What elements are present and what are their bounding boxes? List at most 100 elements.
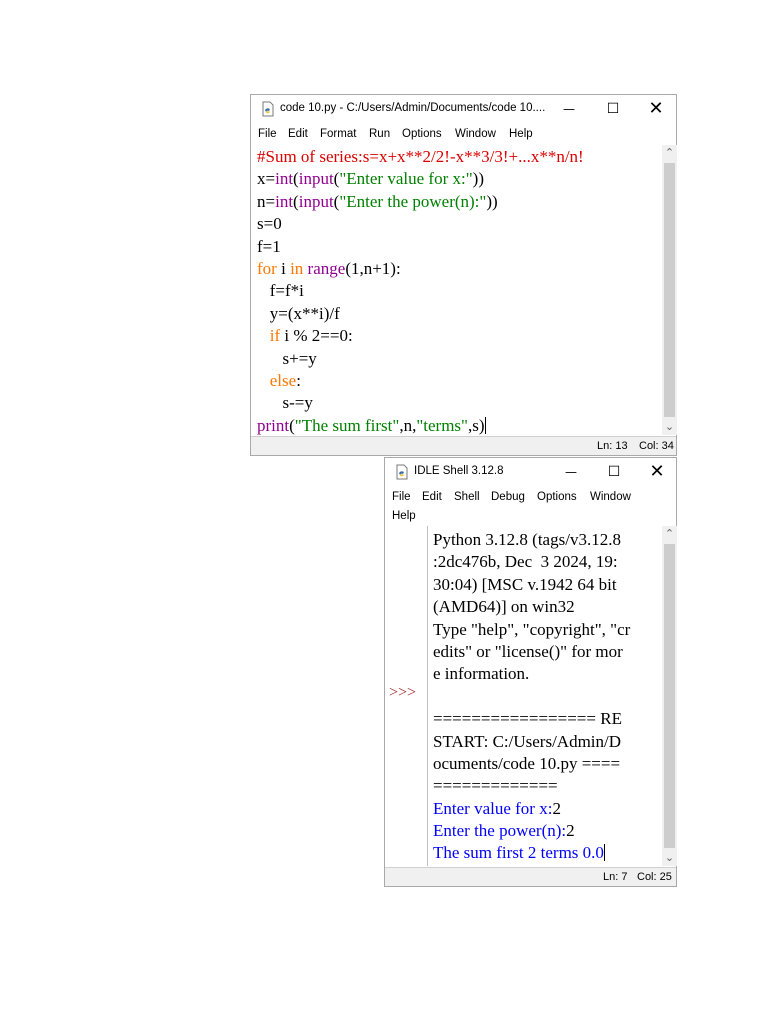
code-token: "terms" bbox=[416, 415, 468, 435]
menu-shell[interactable]: Shell bbox=[454, 487, 480, 507]
shell-output-line: :2dc476b, Dec 3 2024, 19: bbox=[433, 551, 657, 573]
shell-output-line: The sum first 2 terms 0.0 bbox=[433, 842, 657, 864]
menu-window[interactable]: Window bbox=[455, 124, 496, 144]
code-token: "Enter the power(n):" bbox=[339, 191, 487, 211]
code-token: f=1 bbox=[257, 236, 281, 256]
shell-scrollbar[interactable]: ⌃ ⌄ bbox=[662, 526, 677, 866]
shell-gutter-divider bbox=[427, 526, 428, 866]
shell-output-line: Type "help", "copyright", "cr bbox=[433, 619, 657, 641]
editor-column-number: Col: 34 bbox=[639, 440, 674, 452]
maximize-icon[interactable]: ☐ bbox=[592, 458, 636, 486]
menu-options[interactable]: Options bbox=[402, 124, 442, 144]
shell-menubar: File Edit Shell Debug Options Window Hel… bbox=[385, 486, 676, 526]
text-cursor bbox=[484, 416, 486, 434]
code-token: i % 2==0: bbox=[280, 326, 353, 346]
shell-text-area[interactable]: Python 3.12.8 (tags/v3.12.8 :2dc476b, Dec… bbox=[433, 529, 657, 865]
shell-window: IDLE Shell 3.12.8 — ☐ ✕ File Edit Shell … bbox=[384, 457, 677, 887]
shell-line-number: Ln: 7 bbox=[603, 871, 628, 883]
code-token: n= bbox=[257, 191, 276, 211]
shell-output-line: ================= RE bbox=[433, 708, 657, 730]
scroll-up-arrow-icon[interactable]: ⌃ bbox=[662, 526, 677, 542]
code-line: f=f*i bbox=[257, 280, 657, 302]
code-token: s=0 bbox=[257, 214, 282, 234]
code-token: : bbox=[296, 370, 301, 390]
code-token: (AMD64)] on win32 bbox=[433, 597, 575, 617]
menu-run[interactable]: Run bbox=[369, 124, 390, 144]
shell-scroll-thumb[interactable] bbox=[664, 544, 675, 848]
shell-column-number: Col: 25 bbox=[637, 871, 672, 883]
editor-title: code 10.py - C:/Users/Admin/Documents/co… bbox=[280, 102, 546, 114]
code-token: )) bbox=[472, 169, 484, 189]
code-token: Python 3.12.8 (tags/v3.12.8 bbox=[433, 530, 621, 549]
code-token: e information. bbox=[433, 664, 530, 684]
code-token: "The sum first" bbox=[294, 415, 400, 435]
code-token: x= bbox=[257, 169, 276, 189]
maximize-icon[interactable]: ☐ bbox=[591, 95, 635, 123]
code-line: y=(x**i)/f bbox=[257, 303, 657, 325]
menu-window[interactable]: Window bbox=[590, 487, 631, 507]
editor-statusbar: Ln: 13 Col: 34 bbox=[251, 436, 676, 455]
shell-statusbar: Ln: 7 Col: 25 bbox=[385, 867, 676, 886]
scroll-down-arrow-icon[interactable]: ⌄ bbox=[662, 850, 677, 866]
editor-text-area[interactable]: #Sum of series:s=x+x**2/2!-x**3/3!+...x*… bbox=[257, 146, 657, 437]
code-line: f=1 bbox=[257, 236, 657, 258]
close-icon[interactable]: ✕ bbox=[634, 95, 678, 123]
menu-help[interactable]: Help bbox=[509, 124, 533, 144]
python-file-icon bbox=[262, 101, 274, 117]
shell-output-line: 30:04) [MSC v.1942 64 bit bbox=[433, 574, 657, 596]
menu-edit[interactable]: Edit bbox=[422, 487, 442, 507]
menu-debug[interactable]: Debug bbox=[491, 487, 525, 507]
shell-output-line: ocuments/code 10.py ==== bbox=[433, 753, 657, 775]
code-token: ================= RE bbox=[433, 709, 622, 729]
code-line: x=int(input("Enter value for x:")) bbox=[257, 168, 657, 190]
menu-help[interactable]: Help bbox=[392, 506, 416, 526]
code-token: ============= bbox=[433, 776, 558, 796]
scroll-up-arrow-icon[interactable]: ⌃ bbox=[662, 145, 677, 161]
editor-titlebar[interactable]: code 10.py - C:/Users/Admin/Documents/co… bbox=[251, 95, 676, 123]
close-icon[interactable]: ✕ bbox=[635, 458, 679, 486]
menu-edit[interactable]: Edit bbox=[288, 124, 308, 144]
editor-line-number: Ln: 13 bbox=[597, 440, 628, 452]
code-line: n=int(input("Enter the power(n):")) bbox=[257, 191, 657, 213]
code-token: int bbox=[275, 169, 294, 189]
menu-format[interactable]: Format bbox=[320, 124, 356, 144]
shell-output-line bbox=[433, 686, 657, 708]
code-token: i bbox=[276, 258, 291, 278]
code-token: 2 bbox=[552, 798, 561, 818]
menu-file[interactable]: File bbox=[258, 124, 277, 144]
text-cursor bbox=[603, 844, 605, 862]
code-line: print("The sum first",n,"terms",s) bbox=[257, 415, 657, 437]
code-token: int bbox=[275, 191, 294, 211]
code-token: else bbox=[269, 370, 297, 390]
menu-options[interactable]: Options bbox=[537, 487, 577, 507]
code-token: #Sum of series:s=x+x**2/2!-x**3/3!+...x*… bbox=[257, 147, 584, 166]
shell-prompt: >>> bbox=[389, 684, 417, 701]
code-token: s-=y bbox=[257, 393, 313, 413]
code-token: (1,n+1): bbox=[345, 258, 401, 278]
python-shell-icon bbox=[396, 464, 408, 480]
code-token: range bbox=[307, 258, 346, 278]
scroll-down-arrow-icon[interactable]: ⌄ bbox=[662, 419, 677, 435]
code-line: if i % 2==0: bbox=[257, 325, 657, 347]
shell-title: IDLE Shell 3.12.8 bbox=[414, 465, 504, 477]
minimize-icon[interactable]: — bbox=[549, 458, 593, 486]
code-token: The sum first 2 terms 0.0 bbox=[433, 843, 604, 863]
code-token: f=f*i bbox=[257, 281, 304, 301]
code-line: s+=y bbox=[257, 348, 657, 370]
code-token: input bbox=[298, 191, 334, 211]
menu-file[interactable]: File bbox=[392, 487, 411, 507]
code-token: Enter the power(n): bbox=[433, 821, 567, 841]
code-line: s=0 bbox=[257, 213, 657, 235]
editor-scrollbar[interactable]: ⌃ ⌄ bbox=[662, 145, 677, 435]
code-token: "Enter value for x:" bbox=[339, 169, 473, 189]
code-token: edits" or "license()" for mor bbox=[433, 641, 623, 661]
code-token: print bbox=[257, 415, 290, 435]
minimize-icon[interactable]: — bbox=[547, 95, 591, 123]
shell-output-line: Enter the power(n):2 bbox=[433, 820, 657, 842]
shell-titlebar[interactable]: IDLE Shell 3.12.8 — ☐ ✕ bbox=[385, 458, 676, 486]
editor-scroll-thumb[interactable] bbox=[664, 163, 675, 417]
editor-window: code 10.py - C:/Users/Admin/Documents/co… bbox=[250, 94, 677, 456]
shell-output-line: Python 3.12.8 (tags/v3.12.8 bbox=[433, 529, 657, 551]
code-token: input bbox=[298, 169, 334, 189]
code-token: Type "help", "copyright", "cr bbox=[433, 619, 631, 639]
